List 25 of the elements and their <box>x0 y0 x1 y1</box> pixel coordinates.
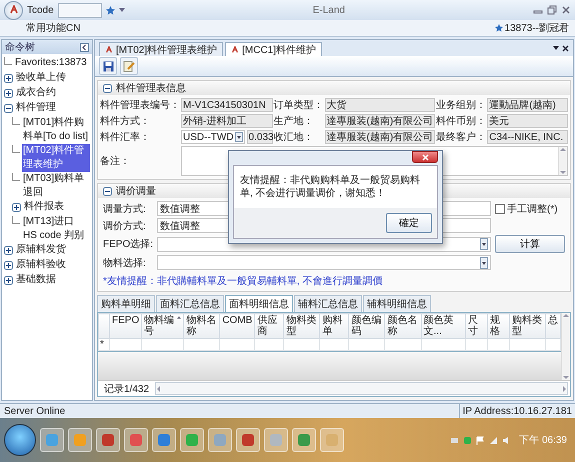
field-label: 料件方式： <box>100 114 151 128</box>
hint-text: *友情提醒：非代購輔料單及一般貿易輔料單, 不會進行調量調價 <box>102 274 384 289</box>
field-label: 最终客户： <box>436 130 486 144</box>
field-label: 订单类型： <box>274 98 324 112</box>
sidebar-title: 命令树 <box>5 40 35 54</box>
field-label: 料件币别： <box>436 114 486 128</box>
checkbox-label: 手工调整(*) <box>507 202 558 216</box>
tcode-label: Tcode <box>27 4 54 16</box>
field-label: 调量方式: <box>103 202 147 216</box>
field-label: 备注： <box>100 154 131 168</box>
record-count: 记录1/432 <box>103 382 150 396</box>
section-title: 料件管理表信息 <box>116 82 186 95</box>
field-label: 生产地： <box>274 114 315 128</box>
window-title: E-Land <box>312 4 345 16</box>
section-title: 调价调量 <box>116 185 156 198</box>
field-label: 料件管理表编号： <box>100 98 180 112</box>
field-label: 料件汇率： <box>100 130 151 144</box>
status-text: Server Online <box>4 406 66 416</box>
field-label: 物料选择: <box>103 256 147 270</box>
field-label: FEPO选择: <box>103 238 154 251</box>
field-label: 调价方式: <box>103 220 147 232</box>
dialog-message: 友情提醒：非代购购料单及一般贸易购料单, 不会进行调量调价，谢知悉！ <box>239 174 421 201</box>
field-label: 收汇地： <box>274 130 315 144</box>
field-label: 业务组别： <box>436 98 486 112</box>
user-name: 13873--劉冠君 <box>504 22 569 35</box>
